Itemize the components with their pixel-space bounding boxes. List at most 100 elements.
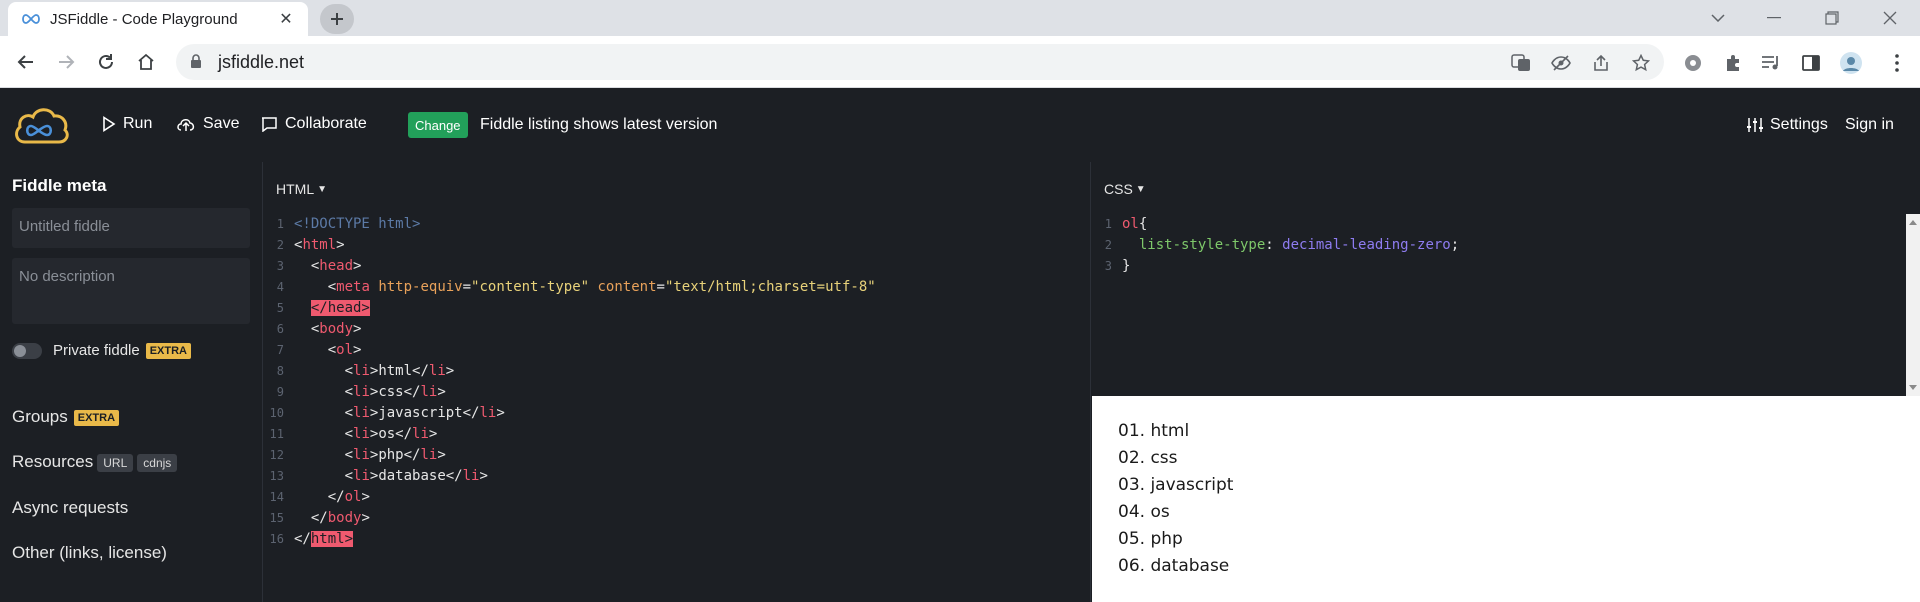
- eye-off-icon[interactable]: [1550, 52, 1572, 74]
- sidebar-item-resources[interactable]: Resources URL cdnjs: [12, 452, 178, 472]
- minimize-button[interactable]: [1748, 0, 1800, 36]
- fiddle-name-input[interactable]: Untitled fiddle: [12, 208, 250, 248]
- chat-bubble-icon: [262, 117, 277, 132]
- code-line: 5 </head>: [264, 298, 876, 319]
- sidebar-item-async-requests[interactable]: Async requests: [12, 498, 128, 518]
- list-item: 02. css: [1118, 448, 1178, 468]
- code-line: 7 <ol>: [264, 340, 876, 361]
- css-editor-panel[interactable]: CSS ▼ 1 ol{ 2 list-style-type: decimal-lea…: [1092, 162, 1920, 396]
- private-fiddle-row: Private fiddle EXTRA: [53, 342, 191, 360]
- run-label: Run: [123, 115, 153, 132]
- html-editor-panel[interactable]: HTML ▼ 1 <!DOCTYPE html> 2 <html> 3 <head> …: [264, 162, 1091, 602]
- forward-button[interactable]: [50, 46, 82, 78]
- line-number: 11: [269, 427, 284, 441]
- line-number: 3: [276, 259, 284, 273]
- address-bar: jsfiddle.net: [0, 36, 1920, 88]
- tab-search-icon[interactable]: [1692, 0, 1744, 36]
- extensions-puzzle-icon[interactable]: [1720, 50, 1746, 76]
- collaborate-label: Collaborate: [285, 115, 367, 132]
- run-button[interactable]: Run: [102, 115, 152, 133]
- caret-down-icon: ▼: [317, 183, 328, 195]
- sidebar-item-other[interactable]: Other (links, license): [12, 543, 167, 563]
- arrow-left-icon: [17, 55, 33, 69]
- groups-label: Groups: [12, 407, 68, 426]
- media-control-icon[interactable]: [1758, 50, 1784, 76]
- private-fiddle-label: Private fiddle: [53, 342, 140, 359]
- omnibox[interactable]: jsfiddle.net: [176, 44, 1664, 80]
- css-property: list-style-type: [1138, 237, 1266, 253]
- li-text: database: [378, 468, 446, 484]
- code-line: 12 <li>php</li>: [264, 445, 876, 466]
- list-item: 04. os: [1118, 502, 1170, 522]
- fiddle-meta-sidebar: Fiddle meta Untitled fiddle No descripti…: [0, 162, 263, 602]
- sign-in-link[interactable]: Sign in: [1845, 116, 1894, 134]
- save-label: Save: [203, 115, 240, 132]
- line-number: 2: [276, 238, 284, 252]
- new-tab-button[interactable]: [320, 4, 354, 34]
- scroll-down-icon: [1909, 385, 1917, 390]
- close-tab-icon[interactable]: ✕: [276, 9, 296, 29]
- fiddle-description-input[interactable]: No description: [12, 258, 250, 324]
- code-line: 15 </body>: [264, 508, 876, 529]
- meta-value: "content-type": [471, 279, 590, 295]
- line-number: 2: [1104, 238, 1112, 252]
- reload-button[interactable]: [90, 46, 122, 78]
- collaborate-button[interactable]: Collaborate: [260, 115, 367, 133]
- browser-tab-strip: JSFiddle - Code Playground ✕: [0, 0, 1920, 36]
- css-code[interactable]: 1 ol{ 2 list-style-type: decimal-leading-…: [1092, 214, 1459, 277]
- more-menu-icon[interactable]: [1884, 50, 1910, 76]
- caret-down-icon: ▼: [1135, 183, 1146, 195]
- html-code[interactable]: 1 <!DOCTYPE html> 2 <html> 3 <head> 4 <met…: [264, 214, 876, 550]
- line-number: 14: [269, 490, 284, 504]
- list-item: 03. javascript: [1118, 475, 1234, 495]
- extra-badge: EXTRA: [73, 409, 120, 426]
- sidebar-item-groups[interactable]: Groups EXTRA: [12, 407, 120, 427]
- close-window-button[interactable]: [1864, 0, 1916, 36]
- translate-icon[interactable]: [1510, 52, 1532, 74]
- settings-button[interactable]: Settings: [1746, 116, 1828, 134]
- code-line: 3 <head>: [264, 256, 876, 277]
- share-icon[interactable]: [1590, 52, 1612, 74]
- restore-button[interactable]: [1806, 0, 1858, 36]
- meta-attr: http-equiv: [378, 279, 463, 295]
- line-number: 1: [276, 217, 284, 231]
- line-number: 1: [1104, 217, 1112, 231]
- li-text: css: [378, 384, 404, 400]
- result-panel[interactable]: 01. html 02. css 03. javascript 04. os 0…: [1092, 396, 1920, 602]
- line-number: 8: [276, 364, 284, 378]
- meta-value: "text/html;charset=utf-8": [664, 279, 876, 295]
- resources-label: Resources: [12, 452, 94, 471]
- code-line: 11 <li>os</li>: [264, 424, 876, 445]
- code-line: 2 list-style-type: decimal-leading-zero;: [1092, 235, 1459, 256]
- arrow-right-icon: [59, 55, 75, 69]
- cdnjs-badge[interactable]: cdnjs: [137, 453, 178, 472]
- html-panel-label[interactable]: HTML ▼: [276, 181, 327, 197]
- url-badge[interactable]: URL: [97, 453, 134, 472]
- private-fiddle-toggle[interactable]: [12, 343, 42, 359]
- settings-label: Settings: [1770, 116, 1828, 133]
- change-button[interactable]: Change: [408, 112, 468, 138]
- browser-tab[interactable]: JSFiddle - Code Playground ✕: [8, 2, 308, 36]
- line-number: 13: [269, 469, 284, 483]
- home-button[interactable]: [130, 46, 162, 78]
- code-line: 10 <li>javascript</li>: [264, 403, 876, 424]
- jsfiddle-toolbar: Run Save Collaborate Change Fiddle listi…: [0, 88, 1920, 162]
- cloud-upload-icon: [177, 119, 195, 131]
- star-icon[interactable]: [1630, 52, 1652, 74]
- reload-icon: [99, 54, 113, 69]
- extension-gear-icon[interactable]: [1680, 50, 1706, 76]
- back-button[interactable]: [10, 46, 42, 78]
- sidebar-title: Fiddle meta: [12, 176, 107, 195]
- line-number: 9: [276, 385, 284, 399]
- side-panel-icon[interactable]: [1798, 50, 1824, 76]
- css-value: decimal-leading-zero: [1282, 237, 1451, 253]
- code-line: 16 </html>: [264, 529, 876, 550]
- profile-avatar[interactable]: [1838, 50, 1864, 76]
- jsfiddle-logo-icon[interactable]: [12, 104, 70, 151]
- list-item: 01. html: [1118, 421, 1190, 441]
- css-panel-label[interactable]: CSS ▼: [1104, 181, 1146, 197]
- li-text: javascript: [378, 405, 463, 421]
- css-scrollbar[interactable]: [1906, 214, 1920, 396]
- save-button[interactable]: Save: [176, 115, 239, 133]
- home-icon: [138, 53, 154, 70]
